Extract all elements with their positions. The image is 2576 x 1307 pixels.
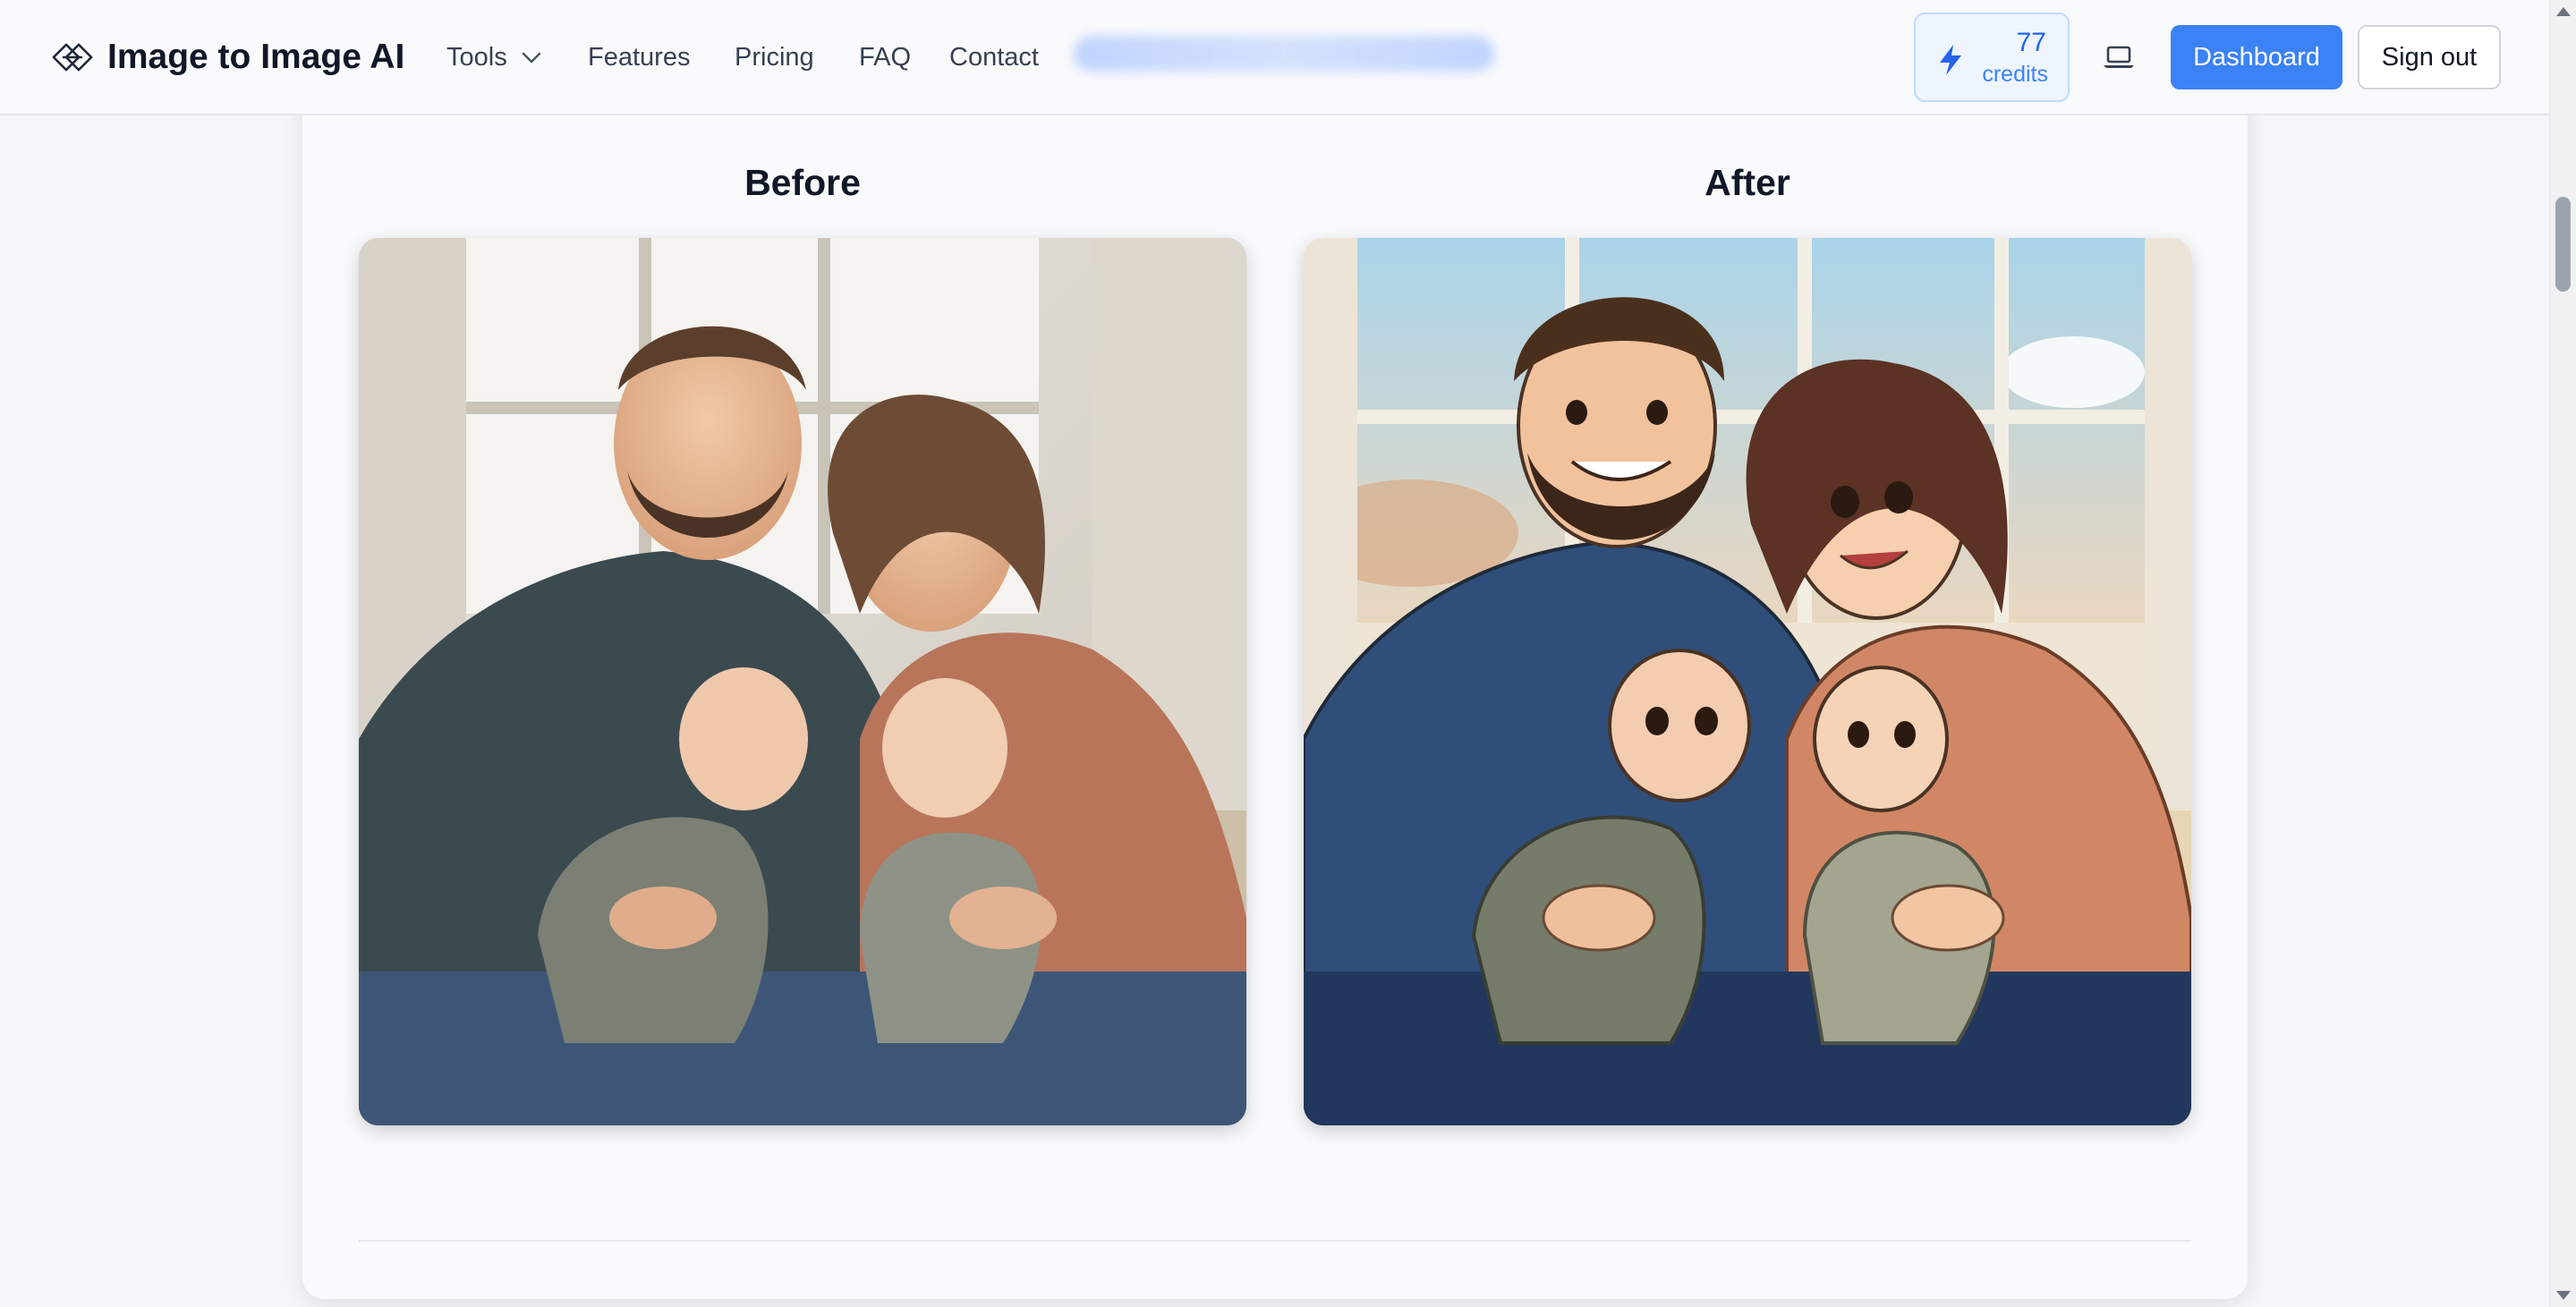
top-navbar: Image to Image AI Tools Features Pricing… xyxy=(0,0,2549,115)
brand-name[interactable]: Image to Image AI xyxy=(107,32,404,82)
logo-icon[interactable] xyxy=(50,36,95,81)
nav-features[interactable]: Features xyxy=(588,36,690,79)
nav-contact[interactable]: Contact xyxy=(949,36,1039,79)
credits-badge[interactable]: 77 credits xyxy=(1914,13,2070,102)
scroll-up-arrow-icon[interactable] xyxy=(2556,7,2571,16)
page: Image to Image AI Tools Features Pricing… xyxy=(0,0,2576,1307)
scroll-down-arrow-icon[interactable] xyxy=(2556,1291,2571,1300)
lightning-bolt-icon xyxy=(1940,45,1961,75)
before-heading: Before xyxy=(744,162,861,203)
scroll-thumb[interactable] xyxy=(2555,197,2571,292)
nav-pricing[interactable]: Pricing xyxy=(735,36,814,79)
credits-count: 77 xyxy=(2016,28,2046,57)
page-scrollbar[interactable] xyxy=(2549,0,2576,1307)
section-divider xyxy=(359,1240,2191,1242)
credits-label: credits xyxy=(1982,62,2048,87)
laptop-icon[interactable] xyxy=(2094,32,2144,82)
after-heading: After xyxy=(1705,162,1790,203)
dashboard-button[interactable]: Dashboard xyxy=(2171,25,2342,89)
nav-tools[interactable]: Tools xyxy=(446,36,507,79)
after-image xyxy=(1304,238,2191,1125)
before-image xyxy=(359,238,1246,1125)
sign-out-button[interactable]: Sign out xyxy=(2358,25,2501,89)
nav-faq[interactable]: FAQ xyxy=(859,36,911,79)
blurred-link[interactable] xyxy=(1074,36,1494,72)
chevron-down-icon[interactable] xyxy=(519,45,544,70)
